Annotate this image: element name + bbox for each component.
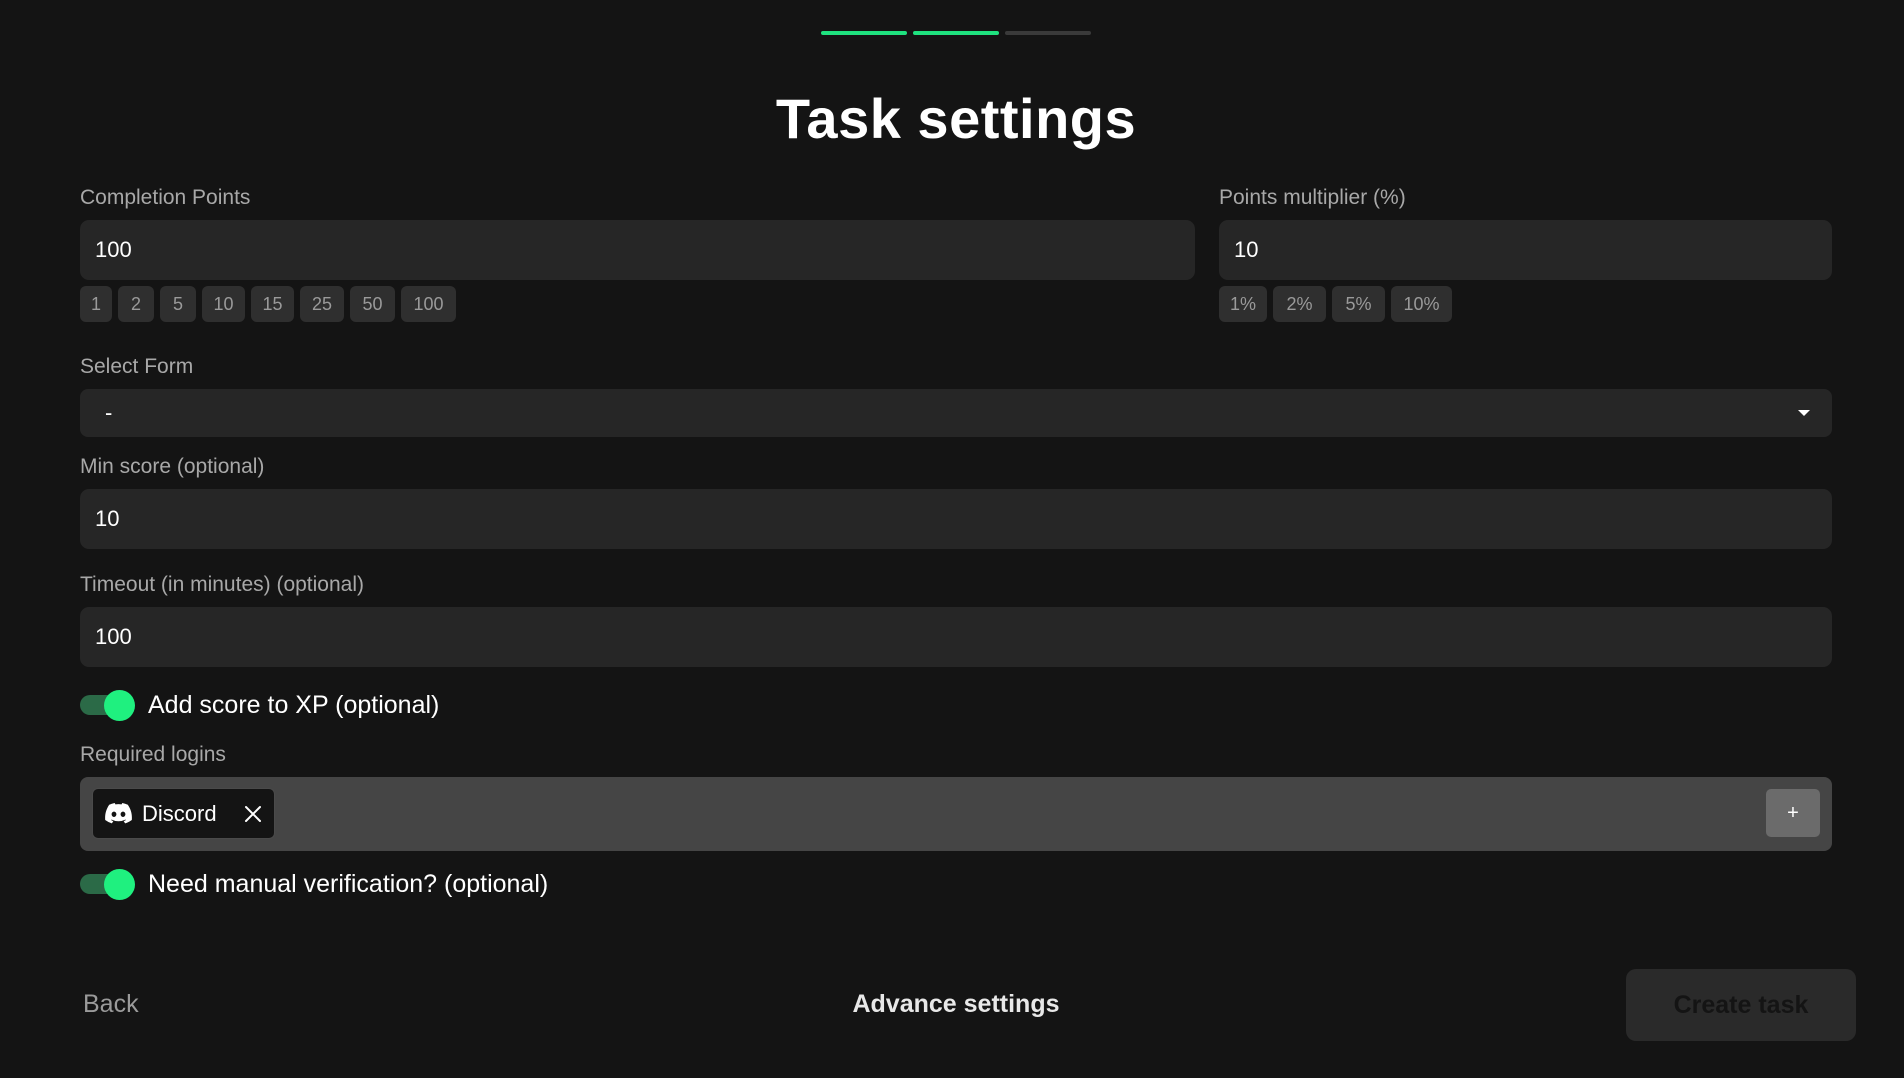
timeout-label: Timeout (in minutes) (optional) [80, 573, 364, 596]
progress-step-2 [913, 31, 999, 35]
add-score-toggle[interactable] [80, 690, 136, 721]
progress-steps [821, 31, 1091, 35]
timeout-input[interactable]: 100 [80, 607, 1832, 667]
required-logins-label: Required logins [80, 743, 226, 766]
points-preset-chip[interactable]: 100 [401, 286, 456, 322]
login-chip-label: Discord [142, 800, 217, 826]
completion-points-label: Completion Points [80, 186, 251, 209]
multiplier-preset-chip[interactable]: 1% [1219, 286, 1267, 322]
manual-verification-toggle-row: Need manual verification? (optional) [80, 869, 549, 900]
min-score-label: Min score (optional) [80, 455, 265, 478]
points-preset-chip[interactable]: 50 [350, 286, 395, 322]
multiplier-preset-chip[interactable]: 2% [1273, 286, 1326, 322]
points-multiplier-input[interactable]: 10 [1219, 220, 1832, 280]
points-preset-chip[interactable]: 15 [251, 286, 294, 322]
multiplier-preset-chip[interactable]: 10% [1391, 286, 1452, 322]
required-logins-box: Discord + [80, 777, 1832, 851]
points-preset-chip[interactable]: 5 [160, 286, 196, 322]
create-task-button[interactable]: Create task [1626, 969, 1856, 1041]
toggle-knob [104, 869, 135, 900]
select-form-value: - [105, 400, 113, 425]
completion-points-presets: 1 2 5 10 15 25 50 100 [80, 286, 456, 322]
page-title: Task settings [775, 87, 1137, 150]
points-multiplier-presets: 1% 2% 5% 10% [1219, 286, 1452, 322]
add-login-button[interactable]: + [1766, 789, 1820, 837]
caret-down-icon [1798, 410, 1810, 416]
points-preset-chip[interactable]: 25 [300, 286, 344, 322]
points-preset-chip[interactable]: 1 [80, 286, 112, 322]
manual-verification-toggle[interactable] [80, 869, 136, 900]
points-preset-chip[interactable]: 10 [202, 286, 245, 322]
add-score-toggle-label: Add score to XP (optional) [148, 690, 440, 719]
select-form-label: Select Form [80, 355, 194, 378]
progress-step-3 [1005, 31, 1091, 35]
close-icon[interactable] [244, 805, 262, 823]
select-form-dropdown[interactable]: - [80, 389, 1832, 437]
task-settings-page: Task settings Completion Points 100 1 2 … [0, 0, 1904, 1078]
manual-verification-toggle-label: Need manual verification? (optional) [148, 869, 549, 898]
min-score-input[interactable]: 10 [80, 489, 1832, 549]
points-preset-chip[interactable]: 2 [118, 286, 154, 322]
completion-points-input[interactable]: 100 [80, 220, 1195, 280]
login-chip-discord: Discord [92, 788, 275, 839]
progress-step-1 [821, 31, 907, 35]
add-score-toggle-row: Add score to XP (optional) [80, 690, 440, 721]
advance-settings-button[interactable]: Advance settings [0, 990, 1904, 1019]
discord-icon [105, 803, 132, 824]
multiplier-preset-chip[interactable]: 5% [1332, 286, 1385, 322]
toggle-knob [104, 690, 135, 721]
points-multiplier-label: Points multiplier (%) [1219, 186, 1406, 209]
